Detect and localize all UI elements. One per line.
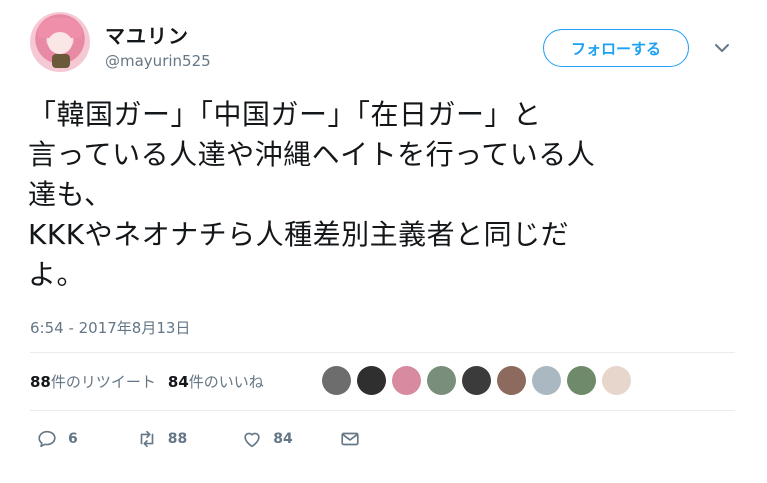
avatar-face bbox=[48, 32, 72, 54]
direct-message-action[interactable] bbox=[339, 428, 361, 450]
divider-top bbox=[30, 352, 735, 353]
retweet-icon bbox=[140, 430, 154, 448]
chevron-down-icon[interactable] bbox=[712, 38, 732, 58]
divider-bottom bbox=[30, 410, 735, 411]
liker-avatar-7[interactable] bbox=[532, 366, 561, 395]
retweet-stat-count: 88 bbox=[30, 373, 51, 391]
liker-avatar-3[interactable] bbox=[392, 366, 421, 395]
display-name[interactable]: マユリン bbox=[105, 20, 189, 49]
liker-avatar-1[interactable] bbox=[322, 366, 351, 395]
tweet-timestamp[interactable]: 6:54 - 2017年8月13日 bbox=[30, 317, 190, 338]
liker-avatar-2[interactable] bbox=[357, 366, 386, 395]
avatar[interactable] bbox=[30, 12, 90, 72]
liker-avatar-9[interactable] bbox=[602, 366, 631, 395]
tweet-text: 「韓国ガー」「中国ガー」「在日ガー」と 言っている人達や沖縄ヘイトを行っている人… bbox=[28, 98, 596, 291]
avatar-item bbox=[52, 54, 70, 68]
retweet-stat[interactable]: 88件のリツイート bbox=[30, 371, 156, 392]
retweet-count: 88 bbox=[167, 431, 188, 447]
action-bar: 6 88 84 bbox=[36, 428, 361, 450]
reply-count: 6 bbox=[68, 431, 78, 447]
envelope-icon bbox=[341, 432, 359, 446]
liker-avatar-6[interactable] bbox=[497, 366, 526, 395]
liker-avatar-5[interactable] bbox=[462, 366, 491, 395]
like-count: 84 bbox=[273, 431, 293, 447]
reply-icon bbox=[38, 430, 56, 448]
follow-button[interactable]: フォローする bbox=[543, 29, 689, 67]
like-stat-label: 件のいいね bbox=[188, 373, 264, 391]
like-action[interactable]: 84 bbox=[241, 428, 293, 450]
heart-icon bbox=[244, 432, 260, 448]
retweet-action[interactable]: 88 bbox=[136, 428, 187, 450]
like-stat-count: 84 bbox=[167, 373, 189, 391]
retweet-stat-label: 件のリツイート bbox=[50, 373, 156, 391]
reply-action[interactable]: 6 bbox=[36, 428, 78, 450]
liker-avatar-4[interactable] bbox=[427, 366, 456, 395]
engagement-stats: 88件のリツイート 84件のいいね bbox=[30, 371, 264, 392]
user-handle[interactable]: @mayurin525 bbox=[105, 52, 211, 70]
liker-avatars bbox=[322, 366, 631, 395]
liker-avatar-8[interactable] bbox=[567, 366, 596, 395]
like-stat[interactable]: 84件のいいね bbox=[168, 371, 264, 392]
